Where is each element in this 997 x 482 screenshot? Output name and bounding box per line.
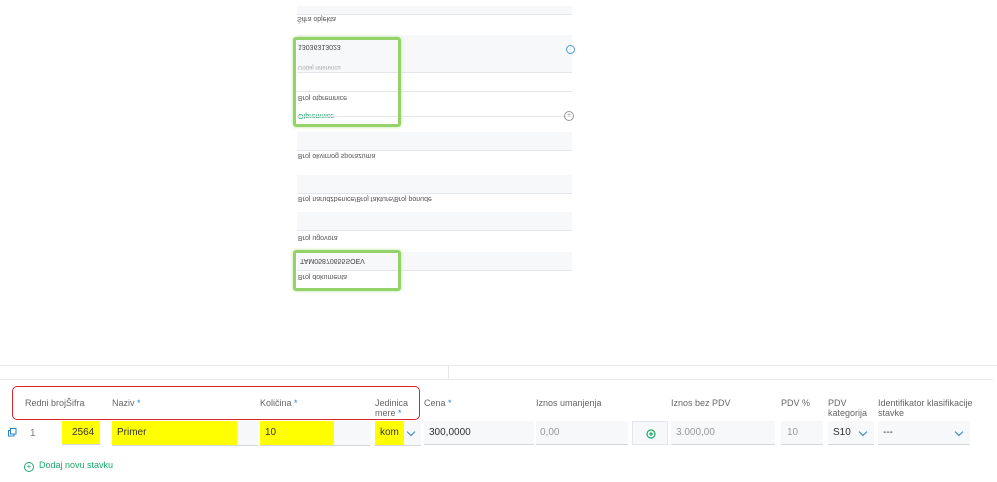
top-field[interactable] xyxy=(297,6,572,15)
kolicina-value: 10 xyxy=(260,421,334,445)
divider xyxy=(0,365,997,366)
copy-icon[interactable] xyxy=(8,428,17,437)
narudzbenica-input[interactable] xyxy=(297,175,572,194)
cena-input[interactable]: 300,0000 xyxy=(424,421,534,445)
ugovor-input[interactable] xyxy=(297,212,572,231)
divider xyxy=(448,365,449,379)
broj-narudzbenice-label: Broj narudžbenice/Broj fakture/Broj ponu… xyxy=(298,195,432,202)
plus-circle-icon: + xyxy=(24,462,34,472)
gear-icon[interactable] xyxy=(566,45,575,54)
highlight-box-dokument xyxy=(293,250,401,291)
kolicina-input[interactable]: 10 xyxy=(260,421,370,446)
divider xyxy=(0,379,993,380)
highlight-box-headers xyxy=(12,386,420,420)
document-form: Šifra objekta 13036313023 Dodaj referenc… xyxy=(292,0,575,291)
broj-ugovora-label: Broj ugovora xyxy=(298,234,338,241)
header-pdv-pct: PDV % xyxy=(781,398,811,408)
iznos-umanjenja-input[interactable]: 0,00 xyxy=(536,421,628,445)
sifra-objekta-label: Šifra objekta xyxy=(297,15,336,22)
calculator-icon xyxy=(646,429,656,439)
naziv-value: Primer xyxy=(112,421,237,445)
highlight-box-otpremnica xyxy=(293,37,401,127)
header-cena: Cena * xyxy=(424,398,452,408)
header-iznos-umanjenja: Iznos umanjenja xyxy=(536,398,602,408)
header-pdv-kategorija: PDV kategorija xyxy=(828,398,868,418)
jedinica-mere-value: kom xyxy=(375,421,404,445)
add-row-button[interactable]: + Dodaj novu stavku xyxy=(24,459,113,472)
calculate-button[interactable] xyxy=(632,421,668,445)
pdv-kategorija-select[interactable]: S10 xyxy=(828,421,874,445)
broj-okvirnog-label: Broj okvirnog sporazuma xyxy=(298,152,376,159)
okvirni-sporazum-input[interactable] xyxy=(297,132,572,151)
pdv-pct-value: 10 xyxy=(781,421,823,445)
header-iznos-bez-pdv: Iznos bez PDV xyxy=(671,398,731,408)
plus-circle-icon[interactable]: + xyxy=(564,111,574,121)
header-identifikator: Identifikator klasifikacije stavke xyxy=(878,398,973,418)
naziv-input[interactable]: Primer xyxy=(112,421,258,446)
jedinica-mere-select[interactable]: kom xyxy=(375,421,421,446)
row-redni-broj: 1 xyxy=(30,428,36,439)
sifra-input[interactable]: 2564 xyxy=(62,421,100,445)
iznos-bez-pdv-value: 3.000,00 xyxy=(671,421,775,445)
add-row-label: Dodaj novu stavku xyxy=(39,460,114,470)
